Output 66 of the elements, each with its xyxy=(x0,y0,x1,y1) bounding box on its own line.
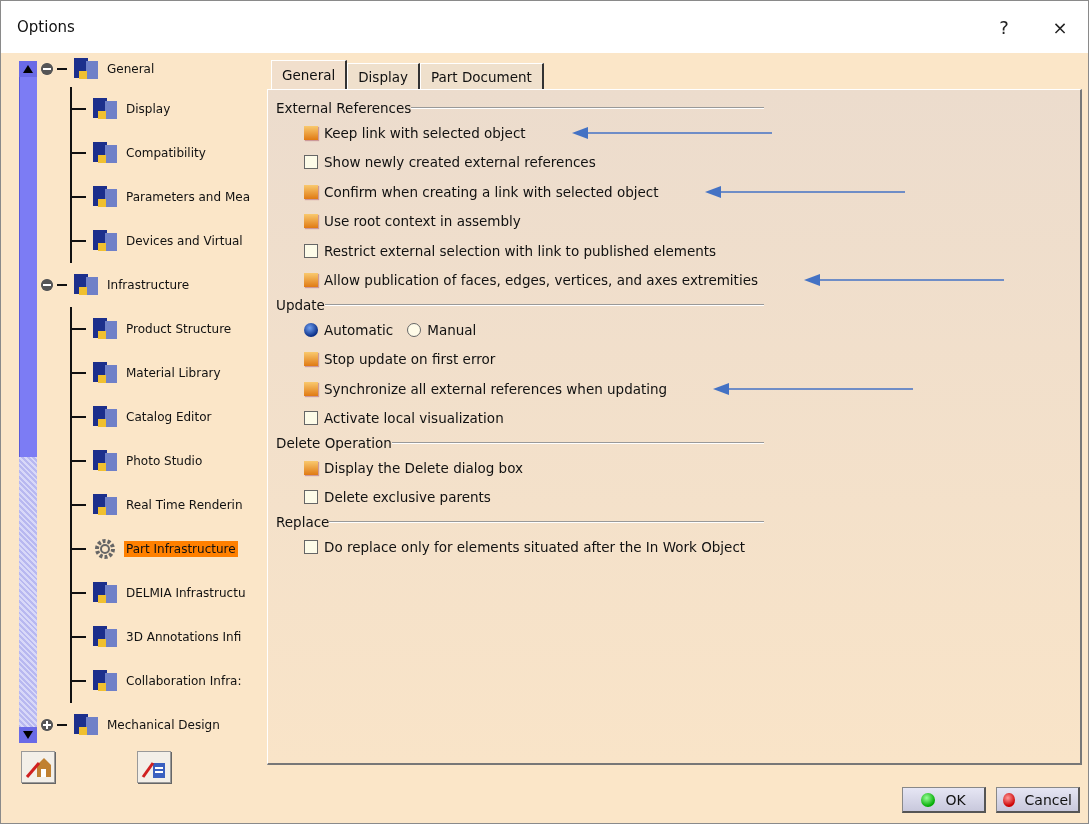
close-button[interactable]: × xyxy=(1032,15,1088,39)
expand-icon[interactable] xyxy=(41,719,53,731)
tree-item[interactable]: Material Library xyxy=(124,365,223,381)
checkbox[interactable] xyxy=(304,411,318,426)
tree-item[interactable]: Compatibility xyxy=(124,145,208,161)
checkbox[interactable] xyxy=(304,125,318,140)
section-title: Replace xyxy=(276,514,330,530)
checkbox-label: Activate local visualization xyxy=(324,410,504,427)
tab[interactable]: General xyxy=(271,60,348,89)
radio-button[interactable] xyxy=(407,322,422,337)
ok-button[interactable]: OK xyxy=(902,787,986,813)
scroll-down-button[interactable] xyxy=(19,727,37,743)
tab[interactable]: Display xyxy=(347,63,420,89)
checkbox[interactable] xyxy=(304,460,318,475)
window-title: Options xyxy=(17,18,76,36)
checkbox-label: Delete exclusive parents xyxy=(324,489,491,506)
checkbox-label: Allow publication of faces, edges, vertices, and axes extremities xyxy=(324,272,758,289)
checkbox-label: Restrict external selection with link to published elements xyxy=(324,242,717,259)
checkbox-label: Use root context in assembly xyxy=(324,213,521,230)
checkbox[interactable] xyxy=(304,214,318,229)
checkbox[interactable] xyxy=(304,490,318,505)
up-arrow-icon xyxy=(23,65,33,73)
radio-label: Automatic xyxy=(324,321,394,338)
tab[interactable]: Part Document xyxy=(419,63,544,89)
tree-item[interactable]: Product Structure xyxy=(124,321,234,337)
cancel-button[interactable]: Cancel xyxy=(996,787,1080,813)
checkbox[interactable] xyxy=(304,184,318,199)
checkbox[interactable] xyxy=(304,539,318,554)
checkbox-label: Display the Delete dialog box xyxy=(324,459,523,476)
checkbox[interactable] xyxy=(304,273,318,288)
section-title: Update xyxy=(276,297,325,313)
scrollbar-thumb[interactable] xyxy=(19,77,37,457)
tree-item[interactable]: Real Time Renderin xyxy=(124,497,245,513)
checkbox[interactable] xyxy=(304,352,318,367)
tree-item[interactable]: Mechanical Design xyxy=(105,717,222,733)
checkbox-label: Stop update on first error xyxy=(324,351,496,368)
tree-item[interactable]: Parameters and Mea xyxy=(124,189,252,205)
tree-item[interactable]: General xyxy=(105,61,157,77)
collapse-icon[interactable] xyxy=(41,279,53,291)
radio-button[interactable] xyxy=(304,322,318,337)
tree-item[interactable]: 3D Annotations Infi xyxy=(124,629,244,645)
checkbox[interactable] xyxy=(304,155,318,170)
scroll-up-button[interactable] xyxy=(19,61,37,77)
section-title: External References xyxy=(276,100,412,116)
checkbox-label: Do replace only for elements situated after the In Work Object xyxy=(324,538,746,555)
section-title: Delete Operation xyxy=(276,435,392,451)
radio-label: Manual xyxy=(427,321,477,338)
document-tool-icon[interactable] xyxy=(137,751,171,783)
checkbox[interactable] xyxy=(304,243,318,258)
tree-item[interactable]: Display xyxy=(124,101,173,117)
checkbox-label: Keep link with selected object xyxy=(324,124,526,141)
checkbox-label: Confirm when creating a link with selected object xyxy=(324,183,659,200)
checkbox-label: Show newly created external references xyxy=(324,154,596,171)
tree-item[interactable]: Catalog Editor xyxy=(124,409,214,425)
house-tool-icon[interactable] xyxy=(21,751,55,783)
tree-item[interactable]: Devices and Virtual xyxy=(124,233,245,249)
tree-item[interactable]: Infrastructure xyxy=(105,277,192,293)
checkbox-label: Synchronize all external references when updating xyxy=(324,380,668,397)
checkbox[interactable] xyxy=(304,381,318,396)
tree-item[interactable]: Collaboration Infra: xyxy=(124,673,244,689)
tree-item[interactable]: Part Infrastructure xyxy=(124,541,238,557)
collapse-icon[interactable] xyxy=(41,63,53,75)
down-arrow-icon xyxy=(23,731,33,739)
help-button[interactable]: ? xyxy=(976,15,1032,39)
tree-item[interactable]: DELMIA Infrastructu xyxy=(124,585,248,601)
tree-item[interactable]: Photo Studio xyxy=(124,453,205,469)
